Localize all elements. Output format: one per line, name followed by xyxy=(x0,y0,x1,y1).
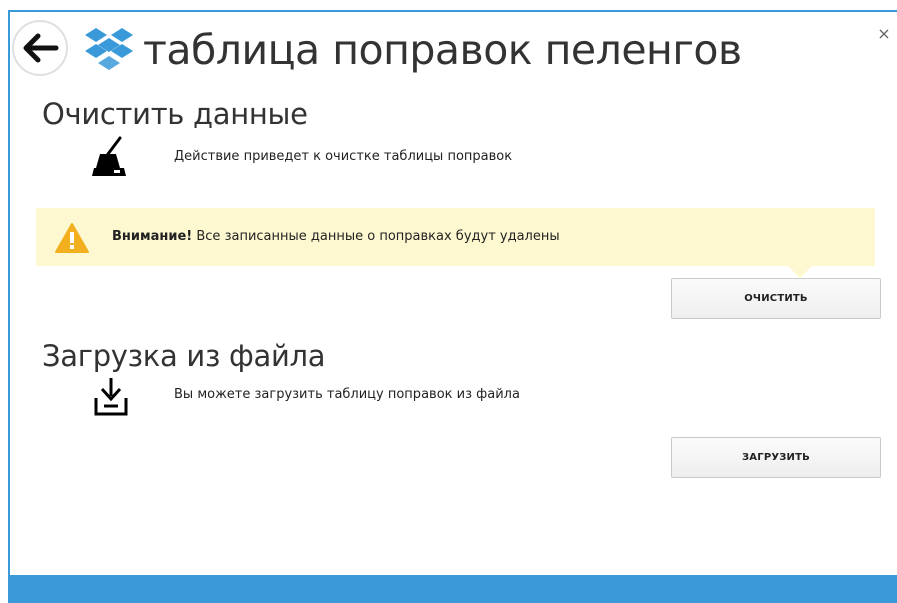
load-section-title: Загрузка из файла xyxy=(42,339,326,373)
warning-triangle-icon xyxy=(55,223,89,253)
arrow-left-icon xyxy=(23,33,59,63)
broom-icon xyxy=(92,136,126,176)
load-button[interactable]: ЗАГРУЗИТЬ xyxy=(671,437,881,478)
warning-message: Внимание! Все записанные данные о поправ… xyxy=(112,228,560,246)
warning-label: Внимание! xyxy=(112,229,193,244)
bottom-bar xyxy=(10,575,897,603)
download-tray-icon xyxy=(94,378,128,416)
close-button[interactable]: × xyxy=(874,24,894,44)
clear-button[interactable]: ОЧИСТИТЬ xyxy=(671,278,881,319)
back-button[interactable] xyxy=(12,20,68,76)
app-logo-icon xyxy=(85,28,133,70)
clear-section-description: Действие приведет к очистке таблицы попр… xyxy=(174,149,513,164)
page-title: таблица поправок пеленгов xyxy=(143,26,742,74)
load-section-description: Вы можете загрузить таблицу поправок из … xyxy=(174,387,520,402)
warning-banner: Внимание! Все записанные данные о поправ… xyxy=(36,208,875,278)
clear-section-title: Очистить данные xyxy=(42,97,308,131)
warning-text: Все записанные данные о поправках будут … xyxy=(192,229,560,244)
warning-pointer xyxy=(788,266,812,278)
app-window: таблица поправок пеленгов × Очистить дан… xyxy=(8,10,897,603)
